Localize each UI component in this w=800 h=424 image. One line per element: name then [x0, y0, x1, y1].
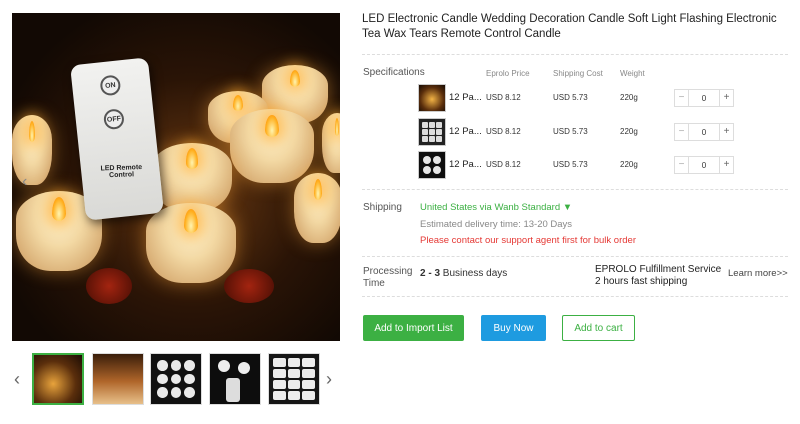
- thumbnail-3[interactable]: [150, 353, 202, 405]
- spec-price: USD 8.12: [486, 127, 521, 136]
- candle-decoration: [294, 173, 340, 243]
- bulk-order-warning: Please contact our support agent first f…: [420, 235, 636, 246]
- delivery-estimate: Estimated delivery time: 13-20 Days: [420, 219, 573, 230]
- buy-now-button[interactable]: Buy Now: [481, 315, 546, 341]
- main-product-image[interactable]: ON OFF LED Remote Control ‹: [12, 13, 340, 341]
- spec-shipping-cost: USD 5.73: [553, 127, 588, 136]
- product-title: LED Electronic Candle Wedding Decoration…: [362, 13, 777, 40]
- candle-decoration: [230, 109, 314, 183]
- processing-days: 2 - 3 Business days: [420, 268, 507, 279]
- candle-decoration: [322, 113, 340, 173]
- remote-off-label: OFF: [102, 108, 125, 131]
- shipping-label: Shipping: [363, 202, 402, 213]
- rose-decoration: [224, 269, 274, 303]
- candle-decoration: [152, 143, 232, 211]
- decrement-button[interactable]: −: [675, 124, 689, 140]
- learn-more-link[interactable]: Learn more>>: [728, 268, 788, 279]
- chevron-right-icon[interactable]: ›: [326, 369, 332, 390]
- thumbnail-1[interactable]: [32, 353, 84, 405]
- quantity-input[interactable]: [689, 90, 719, 106]
- quantity-stepper: − +: [674, 123, 734, 141]
- remote-text: LED Remote Control: [100, 163, 143, 180]
- column-header-price: Eprolo Price: [486, 69, 530, 78]
- divider: [362, 256, 788, 257]
- quantity-input[interactable]: [689, 157, 719, 173]
- shipping-method-dropdown[interactable]: United States via Wanb Standard ▼: [420, 202, 572, 213]
- thumbnail-4[interactable]: [209, 353, 261, 405]
- add-to-import-list-button[interactable]: Add to Import List: [363, 315, 464, 341]
- add-to-cart-button[interactable]: Add to cart: [562, 315, 635, 341]
- spec-thumbnail[interactable]: [418, 84, 446, 112]
- increment-button[interactable]: +: [719, 124, 733, 140]
- spec-thumbnail[interactable]: [418, 151, 446, 179]
- spec-name: 12 Pa...: [449, 126, 482, 137]
- thumbnail-strip: ‹ ›: [12, 353, 342, 409]
- processing-label: Processing: [363, 266, 413, 277]
- candle-decoration: [146, 203, 236, 283]
- spec-shipping-cost: USD 5.73: [553, 93, 588, 102]
- fulfillment-service-title: EPROLO Fulfillment Service: [595, 264, 722, 275]
- spec-shipping-cost: USD 5.73: [553, 160, 588, 169]
- candle-decoration: [12, 115, 52, 185]
- main-image-prev-icon[interactable]: ‹: [22, 173, 27, 191]
- thumbnail-2[interactable]: [92, 353, 144, 405]
- spec-row: 12 Pa... USD 8.12 USD 5.73 220g − +: [418, 118, 748, 146]
- spec-row: 12 Pa... USD 8.12 USD 5.73 220g − +: [418, 84, 748, 112]
- column-header-weight: Weight: [620, 69, 645, 78]
- thumbnail-5[interactable]: [268, 353, 320, 405]
- divider: [362, 54, 788, 55]
- spec-row: 12 Pa... USD 8.12 USD 5.73 220g − +: [418, 151, 748, 179]
- divider: [362, 296, 788, 297]
- spec-price: USD 8.12: [486, 160, 521, 169]
- decrement-button[interactable]: −: [675, 157, 689, 173]
- spec-name: 12 Pa...: [449, 92, 482, 103]
- quantity-stepper: − +: [674, 89, 734, 107]
- spec-weight: 220g: [620, 160, 638, 169]
- quantity-input[interactable]: [689, 124, 719, 140]
- spec-thumbnail[interactable]: [418, 118, 446, 146]
- remote-control-illustration: ON OFF LED Remote Control: [70, 57, 164, 221]
- increment-button[interactable]: +: [719, 157, 733, 173]
- processing-days-range: 2 - 3: [420, 268, 441, 279]
- spec-weight: 220g: [620, 93, 638, 102]
- fulfillment-service-subtitle: 2 hours fast shipping: [595, 276, 688, 287]
- quantity-stepper: − +: [674, 156, 734, 174]
- spec-weight: 220g: [620, 127, 638, 136]
- increment-button[interactable]: +: [719, 90, 733, 106]
- rose-decoration: [86, 268, 132, 304]
- remote-on-label: ON: [99, 74, 122, 97]
- decrement-button[interactable]: −: [675, 90, 689, 106]
- chevron-left-icon[interactable]: ‹: [14, 369, 20, 390]
- specifications-label: Specifications: [363, 67, 425, 78]
- column-header-shipping: Shipping Cost: [553, 69, 603, 78]
- processing-days-unit: Business days: [440, 268, 508, 279]
- divider: [362, 189, 788, 190]
- processing-label-time: Time: [363, 278, 385, 289]
- spec-price: USD 8.12: [486, 93, 521, 102]
- spec-name: 12 Pa...: [449, 159, 482, 170]
